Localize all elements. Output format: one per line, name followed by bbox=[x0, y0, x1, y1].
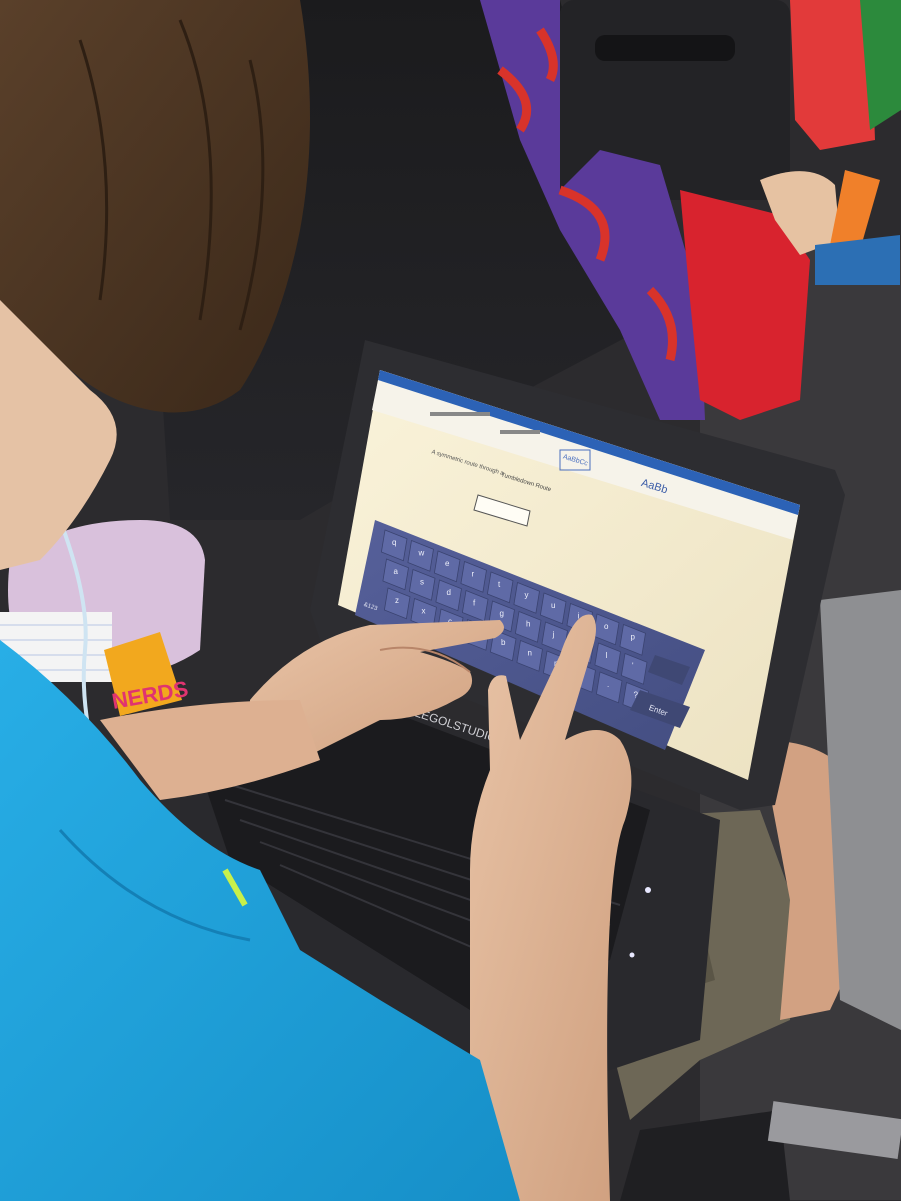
touch-key-label: p bbox=[631, 633, 636, 642]
touch-key-label: l bbox=[606, 651, 608, 660]
seat-handle bbox=[595, 35, 735, 61]
touch-key-label: a bbox=[394, 567, 399, 576]
touch-key-label: u bbox=[551, 601, 555, 610]
touch-key-label: r bbox=[472, 570, 475, 579]
touch-key-label: e bbox=[445, 559, 450, 568]
touch-key-label: x bbox=[422, 607, 426, 616]
photo-illustration: NERDS LEGOLSTUDIO AaBbCc AaBb A symmetri… bbox=[0, 0, 901, 1201]
touch-key-label: . bbox=[607, 680, 609, 689]
touch-key-label: b bbox=[501, 638, 506, 647]
touch-key-label: s bbox=[420, 578, 424, 587]
status-led bbox=[645, 887, 651, 893]
touch-key-label: d bbox=[447, 588, 451, 597]
status-led-2 bbox=[629, 952, 635, 958]
touch-key-label: j bbox=[552, 630, 555, 639]
touch-key-label: h bbox=[526, 620, 530, 629]
bus-photo-scene: NERDS LEGOLSTUDIO AaBbCc AaBb A symmetri… bbox=[0, 0, 901, 1201]
touch-key-label: q bbox=[392, 538, 396, 547]
touch-key-label: g bbox=[500, 609, 504, 618]
touch-key-label: n bbox=[528, 649, 532, 658]
touch-key-label: z bbox=[395, 596, 399, 605]
touch-key-label: y bbox=[525, 591, 529, 600]
touch-key-label: o bbox=[604, 622, 609, 631]
touch-key-label: w bbox=[418, 549, 425, 558]
